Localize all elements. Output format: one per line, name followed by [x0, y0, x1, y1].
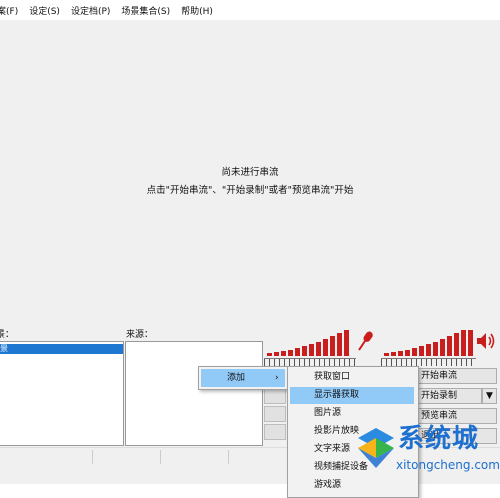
speaker-icon[interactable]: [476, 331, 496, 351]
scene-item[interactable]: 景: [0, 344, 123, 354]
menu-file[interactable]: 案(F): [0, 4, 18, 17]
add-menu-label: 添加: [227, 373, 246, 383]
meter-bar: [384, 353, 389, 356]
submenu-arrow-icon: ›: [275, 373, 279, 383]
scene-button[interactable]: [264, 388, 286, 404]
meter-bar: [309, 344, 314, 356]
meter-bar: [337, 333, 342, 356]
sources-label: 来源：: [126, 330, 154, 340]
menu-scene-collection[interactable]: 场景集合(S): [121, 4, 170, 17]
meter-bar: [281, 351, 286, 356]
menu-bar: 案(F) 设定(S) 设定档(P) 场景集合(S) 帮助(H): [0, 0, 500, 20]
start-stream-button[interactable]: 开始串流: [417, 368, 497, 384]
meter-bar: [433, 342, 438, 356]
meter-bar: [274, 352, 279, 356]
record-dropdown-button[interactable]: ▼: [482, 388, 497, 404]
stream-status-text: 尚未进行串流: [221, 167, 279, 178]
watermark-url: xitongcheng.com: [396, 458, 500, 472]
dropdown-arrow-icon: ▼: [486, 391, 493, 401]
microphone-icon[interactable]: [357, 330, 375, 352]
meter-bar: [426, 344, 431, 356]
meter-bar: [412, 348, 417, 356]
watermark-logo-icon: [358, 428, 394, 468]
meter-scale: [264, 358, 356, 366]
scene-button[interactable]: [264, 406, 286, 422]
meter-bar: [302, 346, 307, 356]
speaker-volume-meter[interactable]: [381, 326, 476, 366]
menu-item-monitor-capture[interactable]: 显示器获取: [290, 387, 414, 404]
preview-area: 尚未进行串流 点击"开始串流"、"开始录制"或者"预览串流"开始: [0, 20, 500, 320]
start-record-button[interactable]: 开始录制: [417, 388, 482, 404]
meter-scale: [381, 358, 476, 366]
scenes-list[interactable]: 景: [0, 341, 124, 446]
meter-bar: [461, 330, 466, 356]
menu-profile[interactable]: 设定档(P): [71, 4, 110, 17]
stream-hint-text: 点击"开始串流"、"开始录制"或者"预览串流"开始: [146, 185, 354, 196]
meter-bar: [267, 353, 272, 356]
meter-bar: [316, 342, 321, 356]
meter-bar: [288, 350, 293, 356]
context-menu: 添加 ›: [198, 366, 288, 390]
meter-bar: [405, 350, 410, 356]
meter-bar: [454, 333, 459, 356]
menu-settings[interactable]: 设定(S): [29, 4, 60, 17]
scenes-label: 景：: [0, 330, 15, 340]
meter-bar: [447, 336, 452, 356]
add-menu-item[interactable]: 添加 ›: [201, 369, 285, 387]
status-divider: [160, 450, 161, 464]
scene-button[interactable]: [264, 424, 286, 440]
status-divider: [92, 450, 93, 464]
meter-bar: [398, 351, 403, 356]
status-divider: [228, 450, 229, 464]
meter-bar: [419, 346, 424, 356]
meter-bar: [468, 330, 473, 356]
watermark: 系统城 xitongcheng.com: [352, 418, 500, 484]
meter-bar: [323, 339, 328, 356]
watermark-brand: 系统城: [398, 424, 480, 454]
meter-bar: [330, 336, 335, 356]
sources-list[interactable]: [125, 341, 263, 446]
meter-bar: [440, 339, 445, 356]
meter-bar: [344, 330, 349, 356]
meter-bar: [295, 348, 300, 356]
menu-item-window-capture[interactable]: 获取窗口: [290, 369, 414, 386]
menu-help[interactable]: 帮助(H): [181, 4, 213, 17]
meter-bar: [391, 352, 396, 356]
mic-volume-meter[interactable]: [264, 326, 356, 366]
